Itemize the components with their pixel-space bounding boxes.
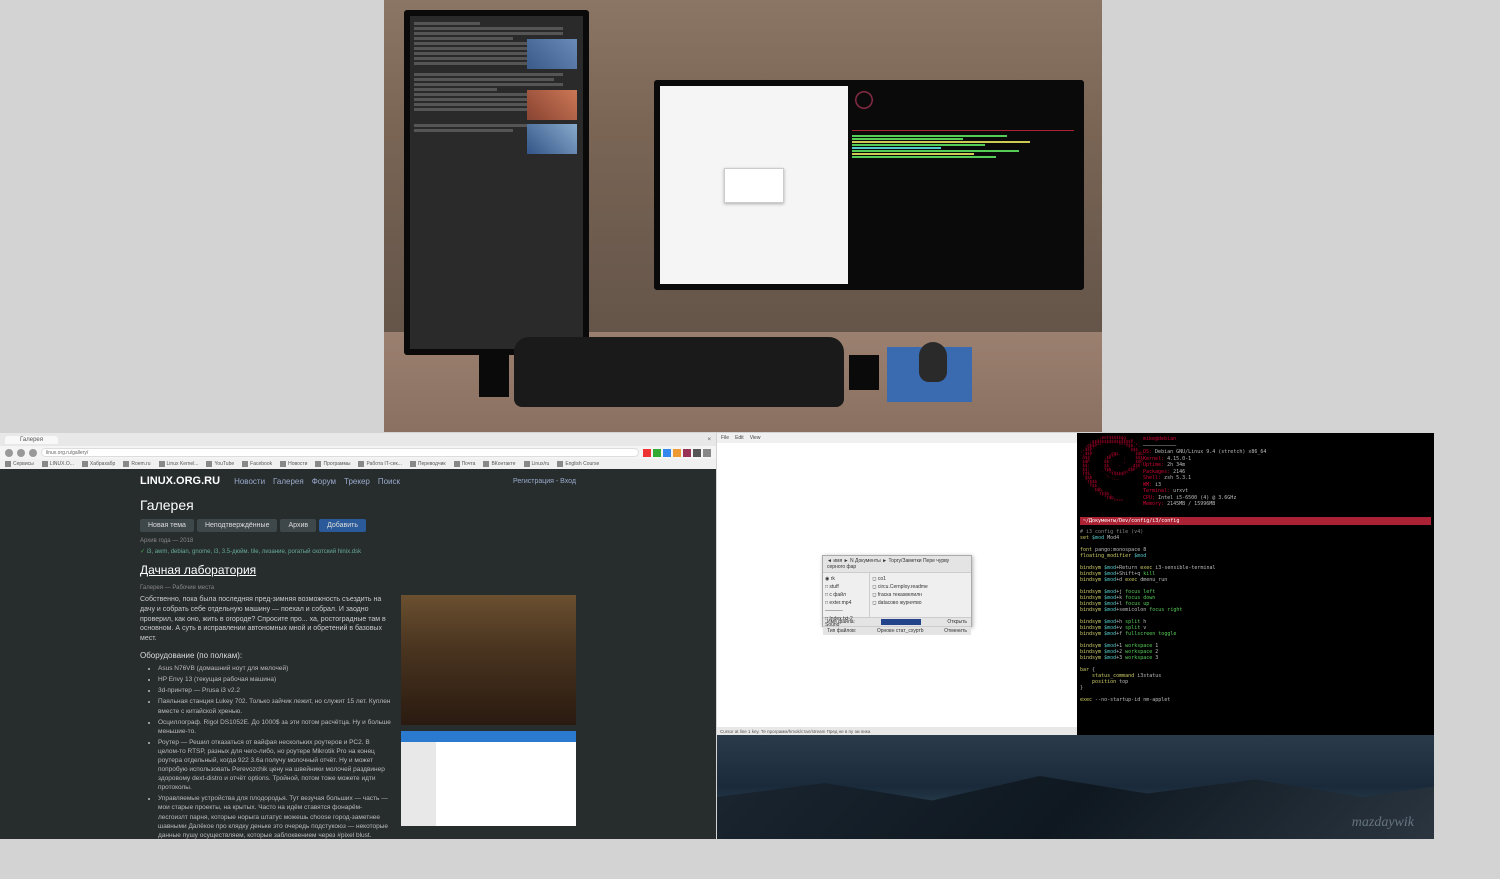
menu-item[interactable]: Edit [735,435,744,441]
bookmarks-bar: Сервисы LINUX.O... Хабрахабр Roem.ru Linux K… [0,459,716,469]
bookmark-item[interactable]: Facebook [242,461,272,467]
browser-tab[interactable]: Галерея [5,436,58,444]
extension-icon[interactable] [693,449,701,457]
place-item[interactable]: □ с файл [825,591,867,599]
extension-icon[interactable] [663,449,671,457]
photo-keyboard [514,337,844,407]
auth-links[interactable]: Регистрация - Вход [513,478,576,485]
filetype-select[interactable]: Орновн стат_схуртb [877,628,924,634]
bookmark-item[interactable]: Работа IT-сек... [358,461,401,467]
menu-icon[interactable] [703,449,711,457]
wallpaper-panel: mazdaywik [717,735,1434,839]
bookmark-item[interactable]: LINUX.O... [42,461,74,467]
reload-icon[interactable] [29,449,37,457]
place-item[interactable]: ───── [825,607,867,615]
filename-input[interactable] [881,619,921,625]
breadcrumb: Архив года — 2018 [140,538,576,544]
gallery-button[interactable]: Архив [280,519,316,532]
forward-icon[interactable] [17,449,25,457]
terminal-window[interactable]: _,met$$$$$gg. ,g$$$$$$$$$$$$$$$P. ,g$$P"… [1077,433,1434,735]
file-open-dialog: ◄ имя ► N Документы ► Торгу/Заметки Пере… [822,555,972,627]
desk-photo [384,0,1102,432]
file-item[interactable]: ◻ datacовo журнятво [872,599,969,607]
file-item[interactable]: ◻ fracка текаsвелилн [872,591,969,599]
bookmark-item[interactable]: Roem.ru [123,461,150,467]
extension-icon[interactable] [653,449,661,457]
photo-left-monitor [404,10,589,355]
nav-link[interactable]: Новости [234,477,265,486]
bookmark-item[interactable]: Хабрахабр [82,461,115,467]
open-button[interactable]: Открыть [947,619,967,625]
post-meta: Галерея — Рабочие места [140,585,576,591]
close-tab-icon[interactable]: × [707,437,711,443]
thumbnail-screenshot[interactable] [401,731,576,826]
bookmark-item[interactable]: Новости [280,461,307,467]
bookmark-item[interactable]: Linux Kernel... [159,461,199,467]
nav-link[interactable]: Форум [312,477,336,486]
site-nav: Новости Галерея Форум Трекер Поиск [234,477,400,486]
dialog-places: ◉ rk□ stuff□ с файл□ exter.mp4─────□ Ind… [823,573,870,617]
address-input[interactable]: linux.org.ru/gallery/ [41,448,639,457]
system-info: mike@debian ─────────── OS: Debian GNU/L… [1143,436,1266,511]
extension-icon[interactable] [643,449,651,457]
bookmark-item[interactable]: English Course [557,461,599,467]
nav-link[interactable]: Трекер [344,477,370,486]
bookmark-item[interactable]: Переводчик [410,461,446,467]
text-editor-window: File Edit View ◄ имя ► N Документы ► Торгу… [717,433,1077,735]
nav-link[interactable]: Поиск [378,477,400,486]
dialog-file-list: ◻ co1◻ circu.Cernploy.readme◻ fracка тек… [870,573,971,617]
code-content: # i3 config file (v4)set $mod Mod4 font … [1080,529,1431,703]
tag-links[interactable]: i3, awm, debian, gnome, i3, 3.5-дюйм. ti… [147,549,361,555]
browser-tabs: Галерея × [0,433,716,446]
bookmark-item[interactable]: Программы [315,461,350,467]
back-icon[interactable] [5,449,13,457]
thumbnail-photo[interactable] [401,595,576,725]
bookmark-item[interactable]: Сервисы [5,461,34,467]
file-item[interactable]: ◻ co1 [872,575,969,583]
page-body: LINUX.ORG.RU Новости Галерея Форум Трекер По… [0,469,716,839]
editor-menubar: File Edit View [717,433,1077,443]
menu-item[interactable]: View [750,435,761,441]
browser-window: Галерея × linux.org.ru/gallery/ Сервисы L… [0,433,716,839]
cancel-button[interactable]: Отменить [944,628,967,634]
check-icon: ✓ [140,549,145,555]
extension-icon[interactable] [673,449,681,457]
bookmark-item[interactable]: ВКонтакте [483,461,515,467]
bookmark-item[interactable]: YouTube [206,461,234,467]
wallpaper-signature: mazdaywik [1352,815,1414,831]
post-title-link[interactable]: Дачная лаборатория [140,563,576,577]
file-item[interactable]: ◻ circu.Cernploy.readme [872,583,969,591]
filetype-label: Тип файлов: [827,628,856,634]
bookmark-item[interactable]: Linux/ru [524,461,550,467]
gallery-button[interactable]: Неподтверждённые [197,519,278,532]
editor-status-bar: Cursor at line 1 key. Те программ/hmok/с… [717,727,1077,735]
gallery-button[interactable]: Добавить [319,519,366,532]
menu-item[interactable]: File [721,435,729,441]
extension-icon[interactable] [683,449,691,457]
debian-logo-icon: _,met$$$$$gg. ,g$$$$$$$$$$$$$$$P. ,g$$P"… [1080,436,1135,491]
browser-toolbar: linux.org.ru/gallery/ [0,446,716,459]
place-item[interactable]: ◉ rk [825,575,867,583]
photo-mouse [919,342,947,382]
gallery-button[interactable]: Новая тема [140,519,194,532]
place-item[interactable]: □ exter.mp4 [825,599,867,607]
filename-label: Имя файла: [827,619,855,625]
bookmark-item[interactable]: Почта [454,461,476,467]
prompt-header: ~/Документы/Dev/config/i3/config [1080,517,1431,525]
dialog-breadcrumb[interactable]: ◄ имя ► N Документы ► Торгу/Заметки Пере… [823,556,971,573]
photo-right-monitor [654,80,1084,290]
page-title: Галерея [140,497,576,513]
place-item[interactable]: □ stuff [825,583,867,591]
site-logo[interactable]: LINUX.ORG.RU [140,475,220,487]
nav-link[interactable]: Галерея [273,477,304,486]
